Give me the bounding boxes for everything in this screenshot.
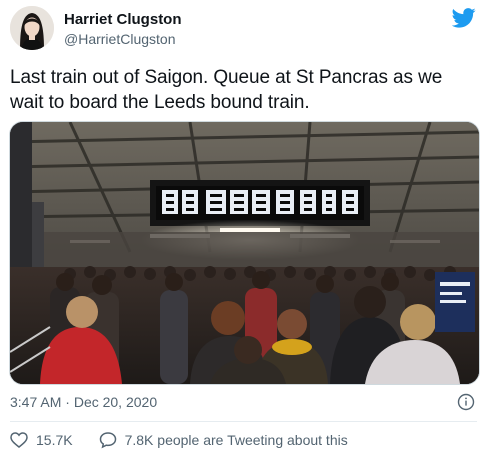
tweet-time: 3:47 AM xyxy=(10,394,62,410)
twitter-bird-icon[interactable] xyxy=(452,8,476,28)
tweet-date: Dec 20, 2020 xyxy=(73,394,158,410)
tweet-text: Last train out of Saigon. Queue at St Pa… xyxy=(10,67,443,113)
timestamp-separator: · xyxy=(65,394,70,410)
avatar[interactable] xyxy=(10,6,54,50)
author-handle[interactable]: @HarrietClugston xyxy=(64,31,175,47)
tweet-timestamp[interactable]: 3:47 AM · Dec 20, 2020 xyxy=(10,394,157,410)
station-crowd-photo xyxy=(10,122,479,384)
avatar-image xyxy=(10,6,54,50)
info-icon[interactable] xyxy=(457,393,475,411)
heart-icon[interactable] xyxy=(10,432,28,448)
divider xyxy=(10,421,477,422)
tweet-actions: 15.7K 7.8K people are Tweeting about thi… xyxy=(10,431,348,449)
speech-bubble-icon[interactable] xyxy=(99,431,117,449)
author-name[interactable]: Harriet Clugston xyxy=(64,11,182,28)
like-count[interactable]: 15.7K xyxy=(36,432,73,448)
tweet-photo[interactable] xyxy=(9,121,480,385)
tweeting-about-link[interactable]: 7.8K people are Tweeting about this xyxy=(125,432,348,448)
